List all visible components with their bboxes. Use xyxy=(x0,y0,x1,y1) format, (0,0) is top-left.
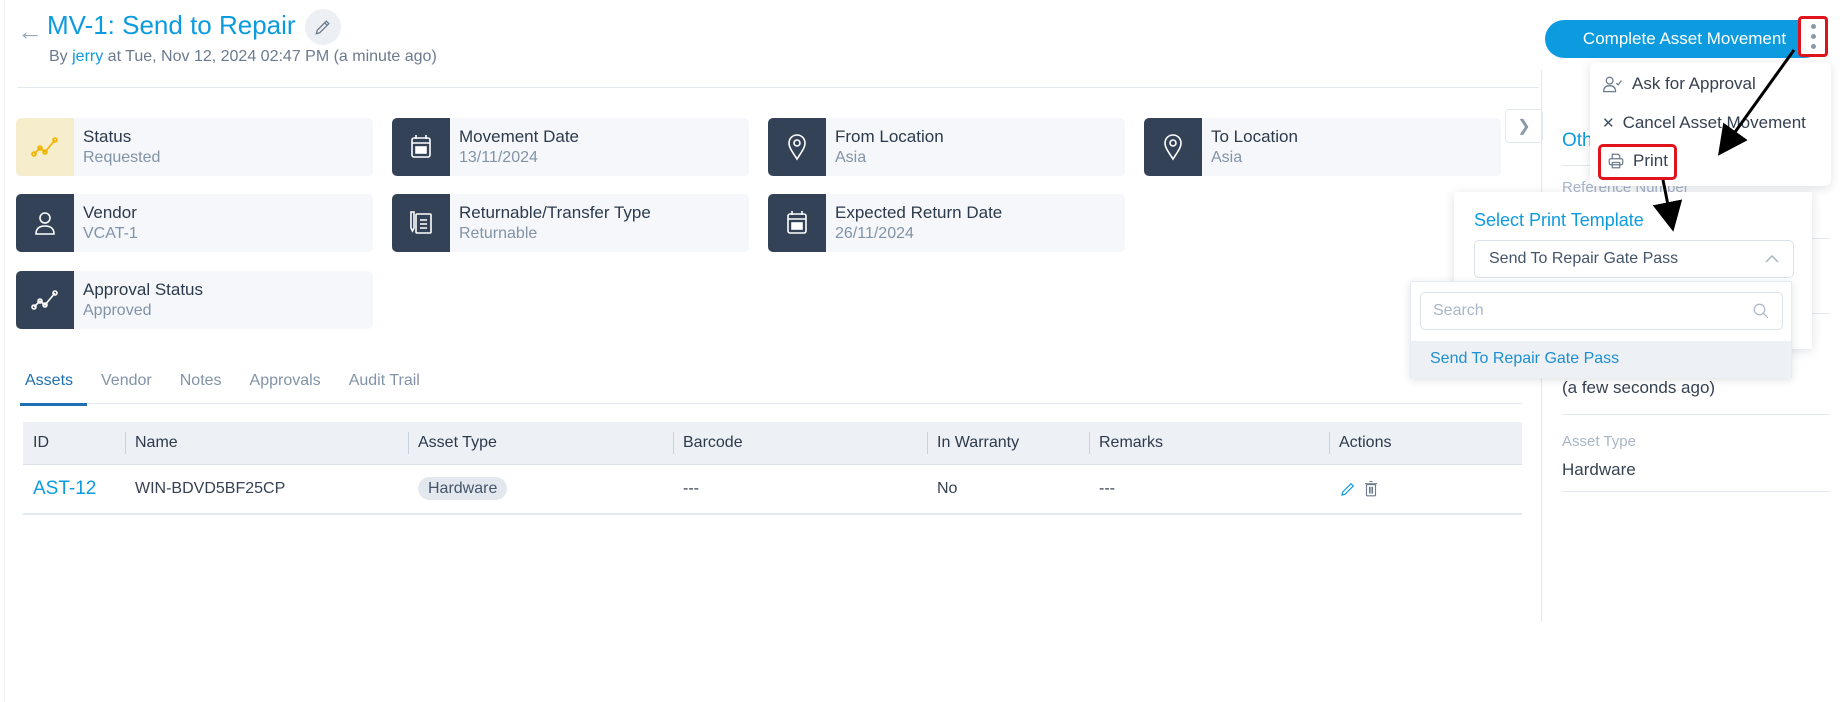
card-value: Asia xyxy=(1211,149,1243,166)
divider xyxy=(1562,414,1830,415)
print-highlight-box xyxy=(1598,144,1677,180)
card-value: Approved xyxy=(83,302,152,319)
column-header-asset-type[interactable]: Asset Type xyxy=(408,432,673,454)
card-value: 13/11/2024 xyxy=(459,149,538,166)
location-pin-icon xyxy=(788,134,806,161)
chevron-up-icon xyxy=(1765,254,1779,263)
card-from-location: From Location Asia xyxy=(768,118,1125,176)
barcode-value: --- xyxy=(683,480,699,497)
tab-assets[interactable]: Assets xyxy=(20,370,88,406)
menu-item-label: Ask for Approval xyxy=(1632,74,1756,93)
asset-id-link[interactable]: AST-12 xyxy=(33,478,96,499)
chevron-right-icon: ❯ xyxy=(1517,118,1531,135)
column-header-barcode[interactable]: Barcode xyxy=(673,432,927,454)
kebab-menu-icon xyxy=(1810,24,1816,49)
card-label: Movement Date xyxy=(459,127,579,146)
created-by-line: By jerry at Tue, Nov 12, 2024 02:47 PM (… xyxy=(49,48,437,66)
card-label: Vendor xyxy=(83,203,137,222)
right-panel-heading: Oth xyxy=(1562,130,1593,151)
template-option[interactable]: Send To Repair Gate Pass xyxy=(1411,341,1791,378)
by-prefix: By xyxy=(49,48,73,65)
card-label: From Location xyxy=(835,127,944,146)
asset-type-value: Hardware xyxy=(1562,460,1636,479)
menu-item-label: Cancel Asset Movement xyxy=(1622,113,1806,132)
card-approval-status: Approval Status Approved xyxy=(16,271,373,329)
card-value: Asia xyxy=(835,149,867,166)
search-icon xyxy=(1753,303,1769,319)
table-header: ID Name Asset Type Barcode In Warranty R… xyxy=(23,422,1522,465)
asset-type-label: Asset Type xyxy=(1562,433,1636,450)
print-template-title: Select Print Template xyxy=(1474,210,1644,230)
card-label: To Location xyxy=(1211,127,1298,146)
card-value: Requested xyxy=(83,149,161,166)
calendar-icon xyxy=(411,135,431,158)
tab-vendor[interactable]: Vendor xyxy=(87,370,166,404)
template-search-field[interactable] xyxy=(1420,292,1783,330)
card-status: Status Requested xyxy=(16,118,373,176)
assets-table: ID Name Asset Type Barcode In Warranty R… xyxy=(23,422,1522,515)
column-header-remarks[interactable]: Remarks xyxy=(1089,432,1329,454)
card-vendor: Vendor VCAT-1 xyxy=(16,194,373,252)
selected-template: Send To Repair Gate Pass xyxy=(1489,250,1679,267)
in-warranty-value: No xyxy=(937,480,958,497)
print-template-select[interactable]: Send To Repair Gate Pass xyxy=(1474,240,1794,278)
card-value: VCAT-1 xyxy=(83,225,138,242)
menu-item-cancel-asset-movement[interactable]: ✕ Cancel Asset Movement xyxy=(1602,113,1806,133)
card-value: Returnable xyxy=(459,225,538,242)
card-label: Status xyxy=(83,127,132,146)
tab-bar: Assets Vendor Notes Approvals Audit Trai… xyxy=(20,370,1522,406)
card-value: 26/11/2024 xyxy=(835,225,914,242)
card-expected-return-date: Expected Return Date 26/11/2024 xyxy=(768,194,1125,252)
card-label: Expected Return Date xyxy=(835,203,1003,222)
next-cards-button[interactable]: ❯ xyxy=(1505,109,1543,143)
delete-row-icon[interactable] xyxy=(1363,480,1379,498)
complete-asset-movement-button[interactable]: Complete Asset Movement xyxy=(1545,20,1824,58)
updated-relative-time: (a few seconds ago) xyxy=(1562,378,1716,397)
edit-title-button[interactable] xyxy=(305,9,341,45)
user-check-icon xyxy=(1603,76,1622,93)
page-title: MV-1: Send to Repair xyxy=(47,10,296,40)
user-icon xyxy=(35,212,55,235)
template-options-dropdown: Send To Repair Gate Pass xyxy=(1410,281,1792,378)
asset-type-badge: Hardware xyxy=(418,477,508,500)
edit-row-icon[interactable] xyxy=(1339,480,1357,498)
more-actions-menu: Ask for Approval ✕ Cancel Asset Movement… xyxy=(1590,62,1831,186)
column-header-actions: Actions xyxy=(1329,432,1522,454)
document-pen-icon xyxy=(410,211,432,234)
page: ← MV-1: Send to Repair By jerry at Tue, … xyxy=(4,0,1844,702)
more-actions-button[interactable] xyxy=(1798,16,1828,57)
card-movement-date: Movement Date 13/11/2024 xyxy=(392,118,749,176)
trend-icon xyxy=(31,290,58,310)
tab-notes[interactable]: Notes xyxy=(166,370,236,404)
pencil-icon xyxy=(315,20,330,35)
tab-audit-trail[interactable]: Audit Trail xyxy=(335,370,434,404)
location-pin-icon xyxy=(1164,134,1182,161)
card-label: Returnable/Transfer Type xyxy=(459,203,651,222)
card-label: Approval Status xyxy=(83,280,204,299)
calendar-icon xyxy=(787,211,807,234)
timestamp: at Tue, Nov 12, 2024 02:47 PM (a minute … xyxy=(103,48,437,65)
column-header-in-warranty[interactable]: In Warranty xyxy=(927,432,1089,454)
divider xyxy=(1562,491,1830,492)
menu-item-ask-for-approval[interactable]: Ask for Approval xyxy=(1602,74,1756,94)
author-link[interactable]: jerry xyxy=(72,48,103,65)
back-arrow-icon[interactable]: ← xyxy=(17,16,43,47)
table-row: AST-12 WIN-BDVD5BF25CP Hardware --- No -… xyxy=(23,465,1522,515)
divider xyxy=(17,87,1539,88)
trend-icon xyxy=(31,137,58,157)
template-search-input[interactable] xyxy=(1433,302,1733,320)
remarks-value: --- xyxy=(1099,480,1115,497)
tab-approvals[interactable]: Approvals xyxy=(236,370,335,404)
asset-name: WIN-BDVD5BF25CP xyxy=(135,480,286,497)
card-transfer-type: Returnable/Transfer Type Returnable xyxy=(392,194,749,252)
card-to-location: To Location Asia xyxy=(1144,118,1501,176)
column-header-name[interactable]: Name xyxy=(125,432,408,454)
column-header-id[interactable]: ID xyxy=(23,434,125,452)
close-icon: ✕ xyxy=(1602,115,1615,132)
